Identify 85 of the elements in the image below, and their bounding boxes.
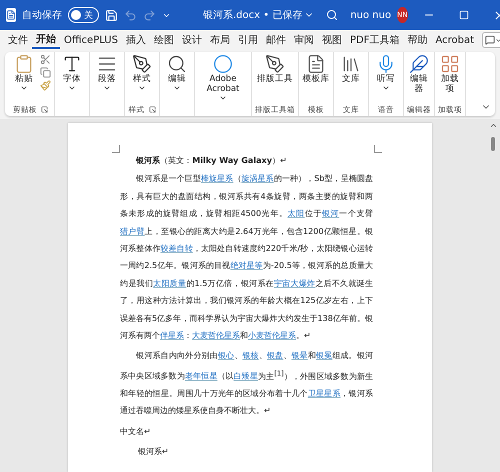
text-link[interactable]: 旋涡星系 [241,173,274,184]
grid-icon [440,54,460,74]
text-link[interactable]: 绝对星等 [230,260,263,270]
caret-icon [219,94,227,102]
feather-icon [409,54,429,74]
caret-icon [138,84,146,92]
save-icon[interactable] [105,8,118,22]
menu-tab[interactable]: Acrobat [431,31,478,49]
menu-tab[interactable]: 引用 [234,31,262,49]
text-link[interactable]: 棒旋星系 [200,173,234,184]
text-link[interactable]: 银盘 [266,350,284,360]
text-link[interactable]: 银冕 [316,350,332,360]
caret-icon [68,84,76,92]
launcher-icon[interactable] [148,106,156,113]
comment-button[interactable] [482,32,500,48]
text-link[interactable]: 伴星系 [160,330,184,340]
text-link[interactable]: 银河 [322,208,340,218]
text-link[interactable]: 银心 [218,350,234,360]
autosave-label: 自动保存 [22,9,62,22]
menu-tab[interactable]: PDF工具箱 [346,31,404,49]
caret-icon [382,84,390,92]
text-link[interactable]: 较差自转 [160,243,193,254]
word-logo-icon [6,8,16,22]
text-link[interactable]: 太阳 [288,208,305,218]
paragraph: 银河系自内向外分别由银心、银核、银盘、银晕和银冕组成。银河系中央区域多数为老年恒星（以白矮星为主$^{[1]}$），外围区域多数为新生和年轻的恒星。周围几十万光年的区域分布着十几个卫星星系，银河系通过吞噬周边的矮星系使自身不断壮大。↵ [120,349,373,418]
document-icon [306,54,326,74]
books-icon [341,54,361,74]
ribbon-button[interactable]: 段落 [93,54,121,92]
menu-tab[interactable]: 文件 [4,31,32,49]
menu-tab[interactable]: OfficePLUS [60,31,122,49]
ribbon-button[interactable]: 听写 [372,54,400,92]
ribbon-button[interactable]: 字体 [58,54,86,92]
pen-icon [132,54,152,74]
autosave-toggle[interactable]: 关 [68,7,99,23]
paragraph: 银河系是一个巨型棒旋星系（旋涡星系的一种），Sb型，呈椭圆盘形，具有巨大的盘面结构，银河系共有4条旋臂，两条主要的旋臂和两条未形成的旋臂组成，旋臂相距4500光年。太阳位于银河一个支臂 猎户臂上，至银心的距离大约是2.64万光年，包含1200亿颗恒星。银河系整体作较差自转，太阳处自转速度约220千米/秒，太阳绕银心运转一周约2.5亿年。银河系的目视绝对星等为-20.5等，银河系的总质量大约是我们太阳质量的1.5万亿倍，银河系在宇宙大爆炸之后不久就诞生了，用这种方法计算出，我们银河系的年龄大概在125亿岁左右，上下误差各有5亿多年，而科学界认为宇宙大爆炸大约发生于138亿年前。银河系有两个伴星系：大麦哲伦星系和小麦哲伦星系。↵ [120,172,373,342]
menu-tab[interactable]: 审阅 [290,31,318,49]
menu-tab[interactable]: 设计 [178,31,206,49]
ribbon-button[interactable]: 排版工具 [255,54,295,84]
clipboard-icon [14,54,34,74]
heading-text: 银河系（英文：Milky Way Galaxy）↵ [134,154,288,167]
magnifier-icon [167,54,187,74]
copy-icon[interactable] [40,67,51,78]
maximize-icon [458,10,469,20]
scissors-icon[interactable] [40,54,51,65]
ribbon-button[interactable]: 粘贴 [10,54,38,92]
ribbon-button[interactable]: 加载项 [439,54,461,94]
ribbon-button[interactable]: 文库 [337,54,365,84]
menu-tab[interactable]: 邮件 [262,31,290,49]
scrollbar-thumb[interactable] [491,137,495,151]
pen-icon [265,54,285,74]
ribbon-button[interactable]: 编辑 [163,54,191,92]
ribbon-button[interactable]: 编辑器 [408,54,430,94]
ribbon-button[interactable]: 模板库 [302,54,330,84]
launcher-icon[interactable] [41,106,48,113]
caret-icon [173,84,181,92]
text-link[interactable]: 太阳质量 [153,278,186,288]
ribbon-button[interactable]: Adobe Acrobat [198,54,248,102]
menu-tab[interactable]: 帮助 [403,31,432,49]
menu-tab[interactable]: 开始 [32,31,60,49]
paragraph: 中文名↵ [120,424,152,438]
scroll-up-button[interactable] [489,121,498,130]
text-link[interactable]: 小麦哲伦星系 [248,330,296,340]
circle-icon [213,54,233,74]
menu-tab[interactable]: 视图 [318,31,346,49]
document-title[interactable]: 银河系.docx • 已保存 [203,8,314,22]
menu-tab[interactable]: 绘图 [150,31,178,49]
menu-tab[interactable]: 插入 [122,31,150,49]
caret-icon [103,84,111,92]
text-link[interactable]: 银核 [242,350,259,360]
paragraph: 银河系↵ [136,445,170,458]
text-link[interactable]: 猎户臂 [120,226,145,236]
comment-icon [485,35,496,45]
text-link[interactable]: 卫星星系 [308,388,341,398]
letter-icon [62,54,82,74]
ribbon-button[interactable]: 样式 [128,54,156,92]
caret-icon [20,84,28,92]
text-link[interactable]: 银晕 [291,350,308,360]
text-link[interactable]: 宇宙大爆炸 [274,278,316,288]
text-link[interactable]: 老年恒星 [184,370,218,381]
text-link[interactable]: 白矮星 [234,370,258,381]
search-icon[interactable] [326,9,338,21]
text-link[interactable]: 大麦哲伦星系 [192,330,240,340]
user-name: nuo nuo [350,10,392,20]
caret-icon [495,36,500,44]
menu-tab[interactable]: 布局 [206,31,234,49]
